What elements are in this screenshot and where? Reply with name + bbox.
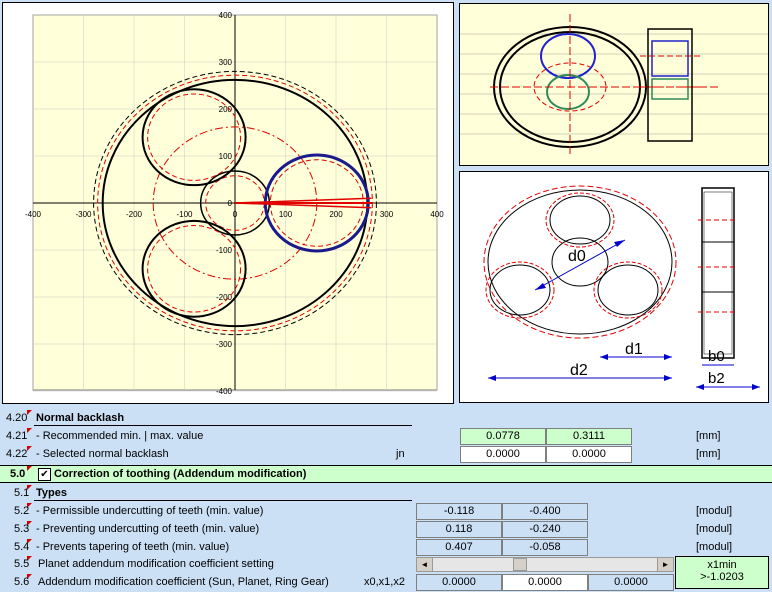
planet-coefficient[interactable]: 0.0000 — [502, 574, 588, 591]
recommended-min-value: 0.0778 — [460, 428, 546, 445]
row-label: - Permissible undercutting of teeth (min… — [36, 505, 264, 517]
scrollbar-left-button[interactable]: ◄ — [417, 558, 433, 571]
row-label: Normal backlash — [36, 412, 125, 424]
side-view-diagram — [459, 3, 769, 166]
selected-backlash-input-1[interactable]: 0.0000 — [460, 446, 546, 463]
x-tick-label: 100 — [279, 210, 293, 219]
y-tick-label: -400 — [216, 387, 233, 396]
x1min-info-box: x1min >-1.0203 — [675, 556, 769, 589]
addendum-scrollbar[interactable]: ◄ ► — [416, 557, 674, 572]
row-5-0-header: 5.0 ✔ Correction of toothing (Addendum m… — [0, 465, 772, 483]
dimensions-diagram: d0 d2 d1 b0 b2 — [459, 171, 769, 403]
y-tick-label: -200 — [216, 293, 233, 302]
x-tick-label: 300 — [380, 210, 394, 219]
row-number: 5.1 — [14, 487, 30, 499]
row-label: - Preventing undercutting of teeth (min.… — [36, 523, 260, 535]
b2-label: b2 — [708, 370, 725, 387]
unit-label: [modul] — [696, 505, 733, 517]
scrollbar-thumb[interactable] — [513, 558, 528, 571]
row-label: Types — [36, 487, 67, 499]
row-number: 4.21 — [6, 430, 28, 442]
row-label: Addendum modification coefficient (Sun, … — [38, 576, 329, 588]
row-number: 4.20 — [6, 412, 28, 424]
row-5-3: 5.3 - Preventing undercutting of teeth (… — [0, 521, 772, 539]
y-tick-label: -100 — [216, 246, 233, 255]
symbol-label: x0,x1,x2 — [364, 576, 405, 588]
row-number: 5.0 — [10, 468, 26, 480]
d0-label: d0 — [568, 248, 586, 265]
unit-label: [mm] — [696, 448, 721, 460]
x-tick-label: 200 — [329, 210, 343, 219]
row-4-22: 4.22 - Selected normal backlash jn 0.000… — [0, 446, 772, 464]
y-tick-label: 300 — [219, 58, 233, 67]
value-1: -0.118 — [416, 503, 502, 520]
y-tick-label: 0 — [228, 199, 233, 208]
scrollbar-right-button[interactable]: ► — [657, 558, 673, 571]
row-5-2: 5.2 - Permissible undercutting of teeth … — [0, 503, 772, 521]
ring-coefficient: 0.0000 — [588, 574, 674, 591]
x-tick-label: -300 — [75, 210, 92, 219]
row-number: 4.22 — [6, 448, 28, 460]
gear-layout-chart: -400 -300 -200 -100 0 100 200 300 400 400 300 200 1… — [2, 2, 454, 404]
x-tick-label: -400 — [25, 210, 42, 219]
x1min-label: x1min — [707, 559, 737, 571]
x1min-value: >-1.0203 — [700, 571, 744, 583]
row-label: - Recommended min. | max. value — [36, 430, 204, 442]
row-4-20: 4.20 Normal backlash — [0, 410, 772, 428]
row-label: Correction of toothing (Addendum modific… — [54, 468, 307, 480]
unit-label: [mm] — [696, 430, 721, 442]
row-4-21: 4.21 - Recommended min. | max. value 0.0… — [0, 428, 772, 446]
row-5-6: 5.6 Addendum modification coefficient (S… — [0, 574, 772, 592]
gear-chart-svg: -400 -300 -200 -100 0 100 200 300 400 400 300 200 1… — [25, 11, 444, 396]
correction-checkbox[interactable]: ✔ — [38, 468, 51, 481]
row-number: 5.2 — [14, 505, 30, 517]
row-number: 5.4 — [14, 541, 30, 553]
y-tick-label: 200 — [219, 105, 233, 114]
x-tick-label: 0 — [233, 210, 238, 219]
x-tick-labels: -400 -300 -200 -100 0 100 200 300 400 — [25, 210, 444, 219]
row-number: 5.6 — [14, 576, 30, 588]
row-5-5: 5.5 Planet addendum modification coeffic… — [0, 556, 772, 574]
selected-backlash-input-2[interactable]: 0.0000 — [546, 446, 632, 463]
sun-coefficient: 0.0000 — [416, 574, 502, 591]
x-tick-label: -100 — [176, 210, 193, 219]
row-number: 5.5 — [14, 558, 30, 570]
recommended-max-value: 0.3111 — [546, 428, 632, 445]
unit-label: [modul] — [696, 523, 733, 535]
d1-label: d1 — [625, 341, 643, 358]
value-2: -0.240 — [502, 521, 588, 538]
row-5-4: 5.4 - Prevents tapering of teeth (min. v… — [0, 539, 772, 557]
d2-label: d2 — [570, 362, 588, 379]
dimensions-svg: d0 d2 d1 b0 b2 — [460, 172, 768, 402]
symbol-label: jn — [396, 448, 405, 460]
x-tick-label: -200 — [126, 210, 143, 219]
value-1: 0.407 — [416, 539, 502, 556]
value-2: -0.400 — [502, 503, 588, 520]
y-tick-label: 400 — [219, 11, 233, 20]
row-label: Planet addendum modification coefficient… — [38, 558, 274, 570]
row-label: - Prevents tapering of teeth (min. value… — [36, 541, 230, 553]
row-number: 5.3 — [14, 523, 30, 535]
y-tick-label: 100 — [219, 152, 233, 161]
value-1: 0.118 — [416, 521, 502, 538]
x-tick-label: 400 — [430, 210, 444, 219]
row-label: - Selected normal backlash — [36, 448, 169, 460]
y-tick-label: -300 — [216, 340, 233, 349]
side-view-svg — [460, 4, 768, 165]
b0-label: b0 — [708, 348, 725, 365]
row-5-1: 5.1 Types — [0, 485, 772, 503]
unit-label: [modul] — [696, 541, 733, 553]
value-2: -0.058 — [502, 539, 588, 556]
